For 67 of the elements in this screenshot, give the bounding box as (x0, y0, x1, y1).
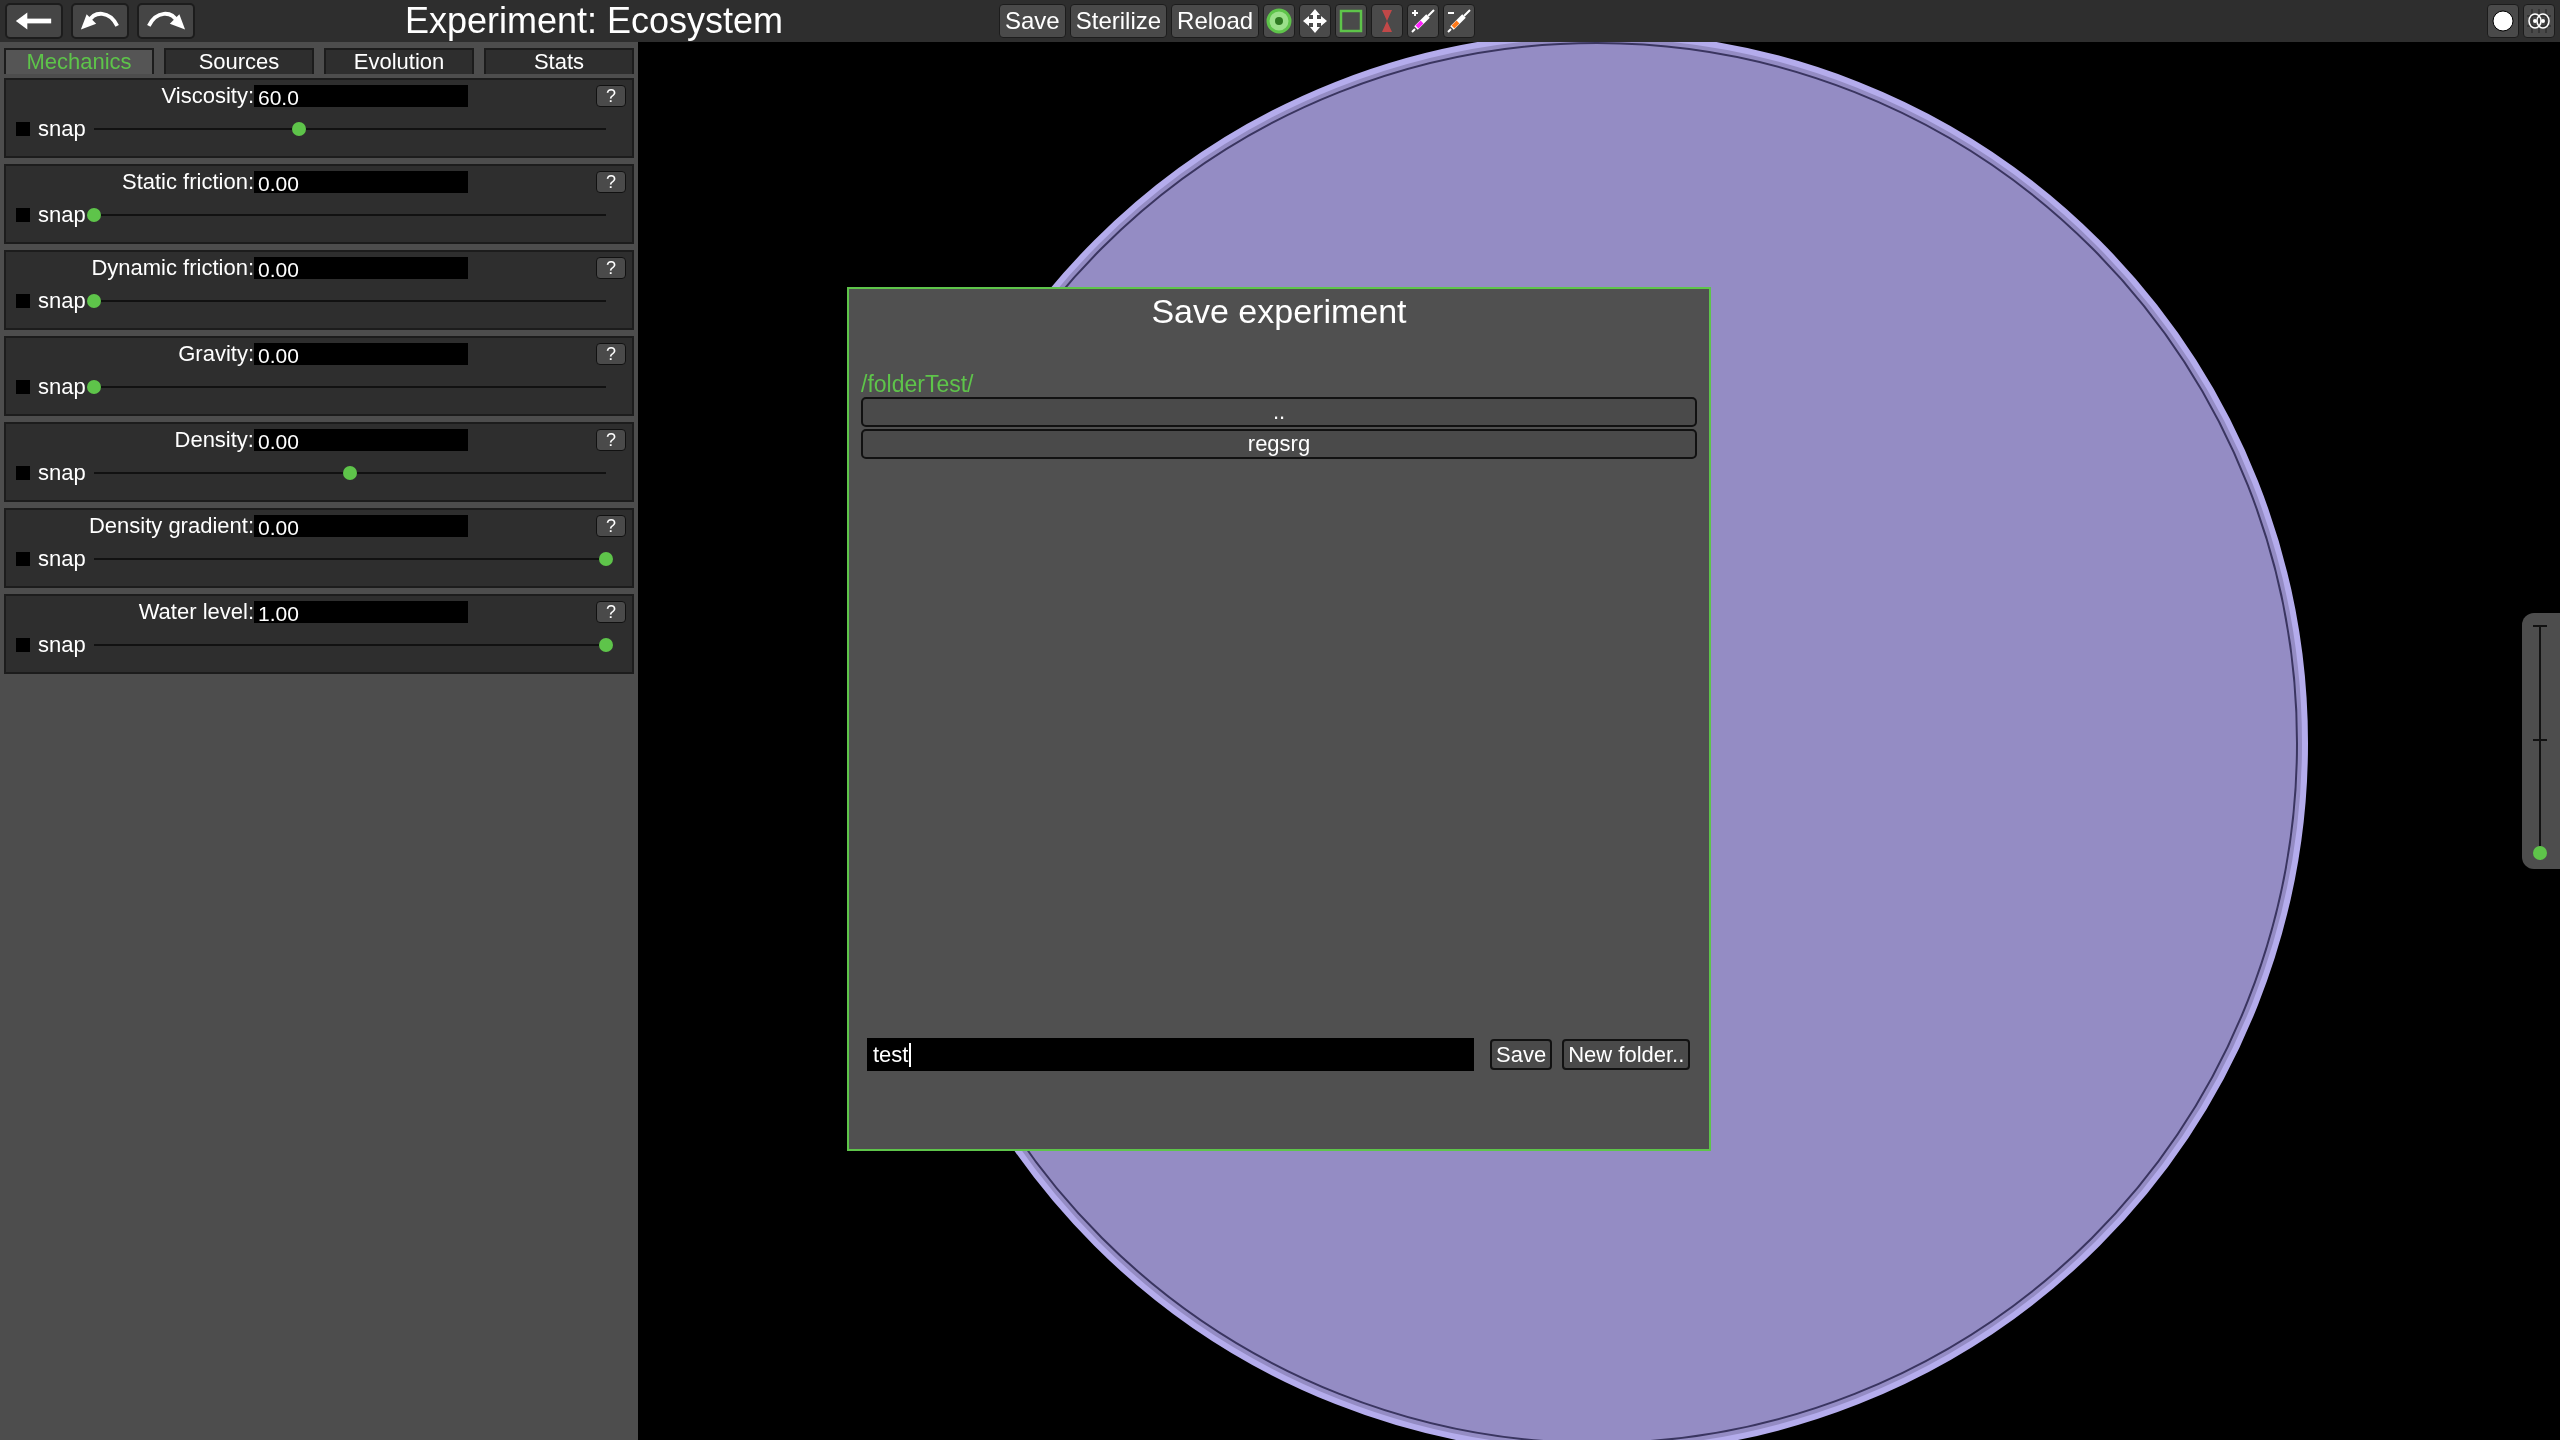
window-title: Experiment: Ecosystem (403, 0, 785, 42)
filename-field[interactable]: test (867, 1038, 1474, 1071)
zoom-slider[interactable] (2522, 613, 2560, 869)
help-button[interactable]: ? (596, 343, 626, 365)
snap-checkbox[interactable] (16, 122, 30, 136)
dialog-button[interactable]: New folder.. (1562, 1039, 1691, 1070)
folder-path: /folderTest/ (861, 371, 974, 397)
snap-checkbox[interactable] (16, 380, 30, 394)
snap-checkbox[interactable] (16, 466, 30, 480)
help-button[interactable]: ? (596, 85, 626, 107)
help-button[interactable]: ? (596, 171, 626, 193)
snap-checkbox[interactable] (16, 552, 30, 566)
parameter-label: Density: (173, 428, 254, 452)
slider-thumb[interactable] (86, 294, 101, 308)
parameter-label: Density gradient: (87, 514, 254, 538)
snap-label: snap (38, 546, 86, 572)
snap-checkbox[interactable] (16, 294, 30, 308)
slider-thumb[interactable] (342, 466, 357, 480)
value-field[interactable]: 60.0 (254, 85, 468, 107)
snap-checkbox[interactable] (16, 638, 30, 652)
value-field[interactable]: 1.00 (254, 601, 468, 623)
toolbar-button[interactable]: Save (999, 4, 1066, 38)
undo-icon[interactable] (71, 3, 129, 39)
file-list-item[interactable]: .. (861, 397, 1697, 427)
parameter-label: Gravity: (177, 342, 254, 366)
tab[interactable]: Sources (164, 48, 314, 74)
snap-label: snap (38, 460, 86, 486)
help-button[interactable]: ? (596, 601, 626, 623)
value-field[interactable]: 0.00 (254, 171, 468, 193)
syringe-plus-icon[interactable] (1407, 4, 1440, 38)
parameter-label: Water level: (137, 600, 254, 624)
slider-thumb[interactable] (598, 552, 613, 566)
help-button[interactable]: ? (596, 515, 626, 537)
snap-label: snap (38, 116, 86, 142)
toolbar-button[interactable]: Sterilize (1069, 4, 1168, 38)
parameter-label: Viscosity: (160, 84, 254, 108)
toolbar-button[interactable]: Reload (1171, 4, 1260, 38)
tab[interactable]: Stats (484, 48, 634, 74)
snap-label: snap (38, 374, 86, 400)
snap-label: snap (38, 202, 86, 228)
slider-thumb[interactable] (598, 638, 613, 652)
slider-thumb[interactable] (86, 380, 101, 394)
cells-icon[interactable] (2523, 4, 2555, 38)
help-button[interactable]: ? (596, 257, 626, 279)
redo-icon[interactable] (137, 3, 195, 39)
slider-thumb[interactable] (86, 208, 101, 222)
syringe-minus-icon[interactable] (1443, 4, 1476, 38)
hourglass-icon[interactable] (1371, 4, 1404, 38)
dialog-title: Save experiment (1150, 291, 1408, 332)
value-field[interactable]: 0.00 (254, 343, 468, 365)
file-list-item[interactable]: regsrg (861, 429, 1697, 459)
dialog-button[interactable]: Save (1490, 1039, 1553, 1070)
snap-label: snap (38, 288, 86, 314)
tab[interactable]: Evolution (324, 48, 474, 74)
move-icon[interactable] (1299, 4, 1332, 38)
snap-label: snap (38, 632, 86, 658)
value-field[interactable]: 0.00 (254, 429, 468, 451)
value-field[interactable]: 0.00 (254, 515, 468, 537)
zoom-slider-thumb[interactable] (2533, 846, 2547, 860)
snap-checkbox[interactable] (16, 208, 30, 222)
target-icon[interactable] (1263, 4, 1296, 38)
square-icon[interactable] (1335, 4, 1368, 38)
help-button[interactable]: ? (596, 429, 626, 451)
value-field[interactable]: 0.00 (254, 257, 468, 279)
slider-thumb[interactable] (291, 122, 306, 136)
parameter-label: Static friction: (120, 170, 254, 194)
parameter-label: Dynamic friction: (90, 256, 254, 280)
